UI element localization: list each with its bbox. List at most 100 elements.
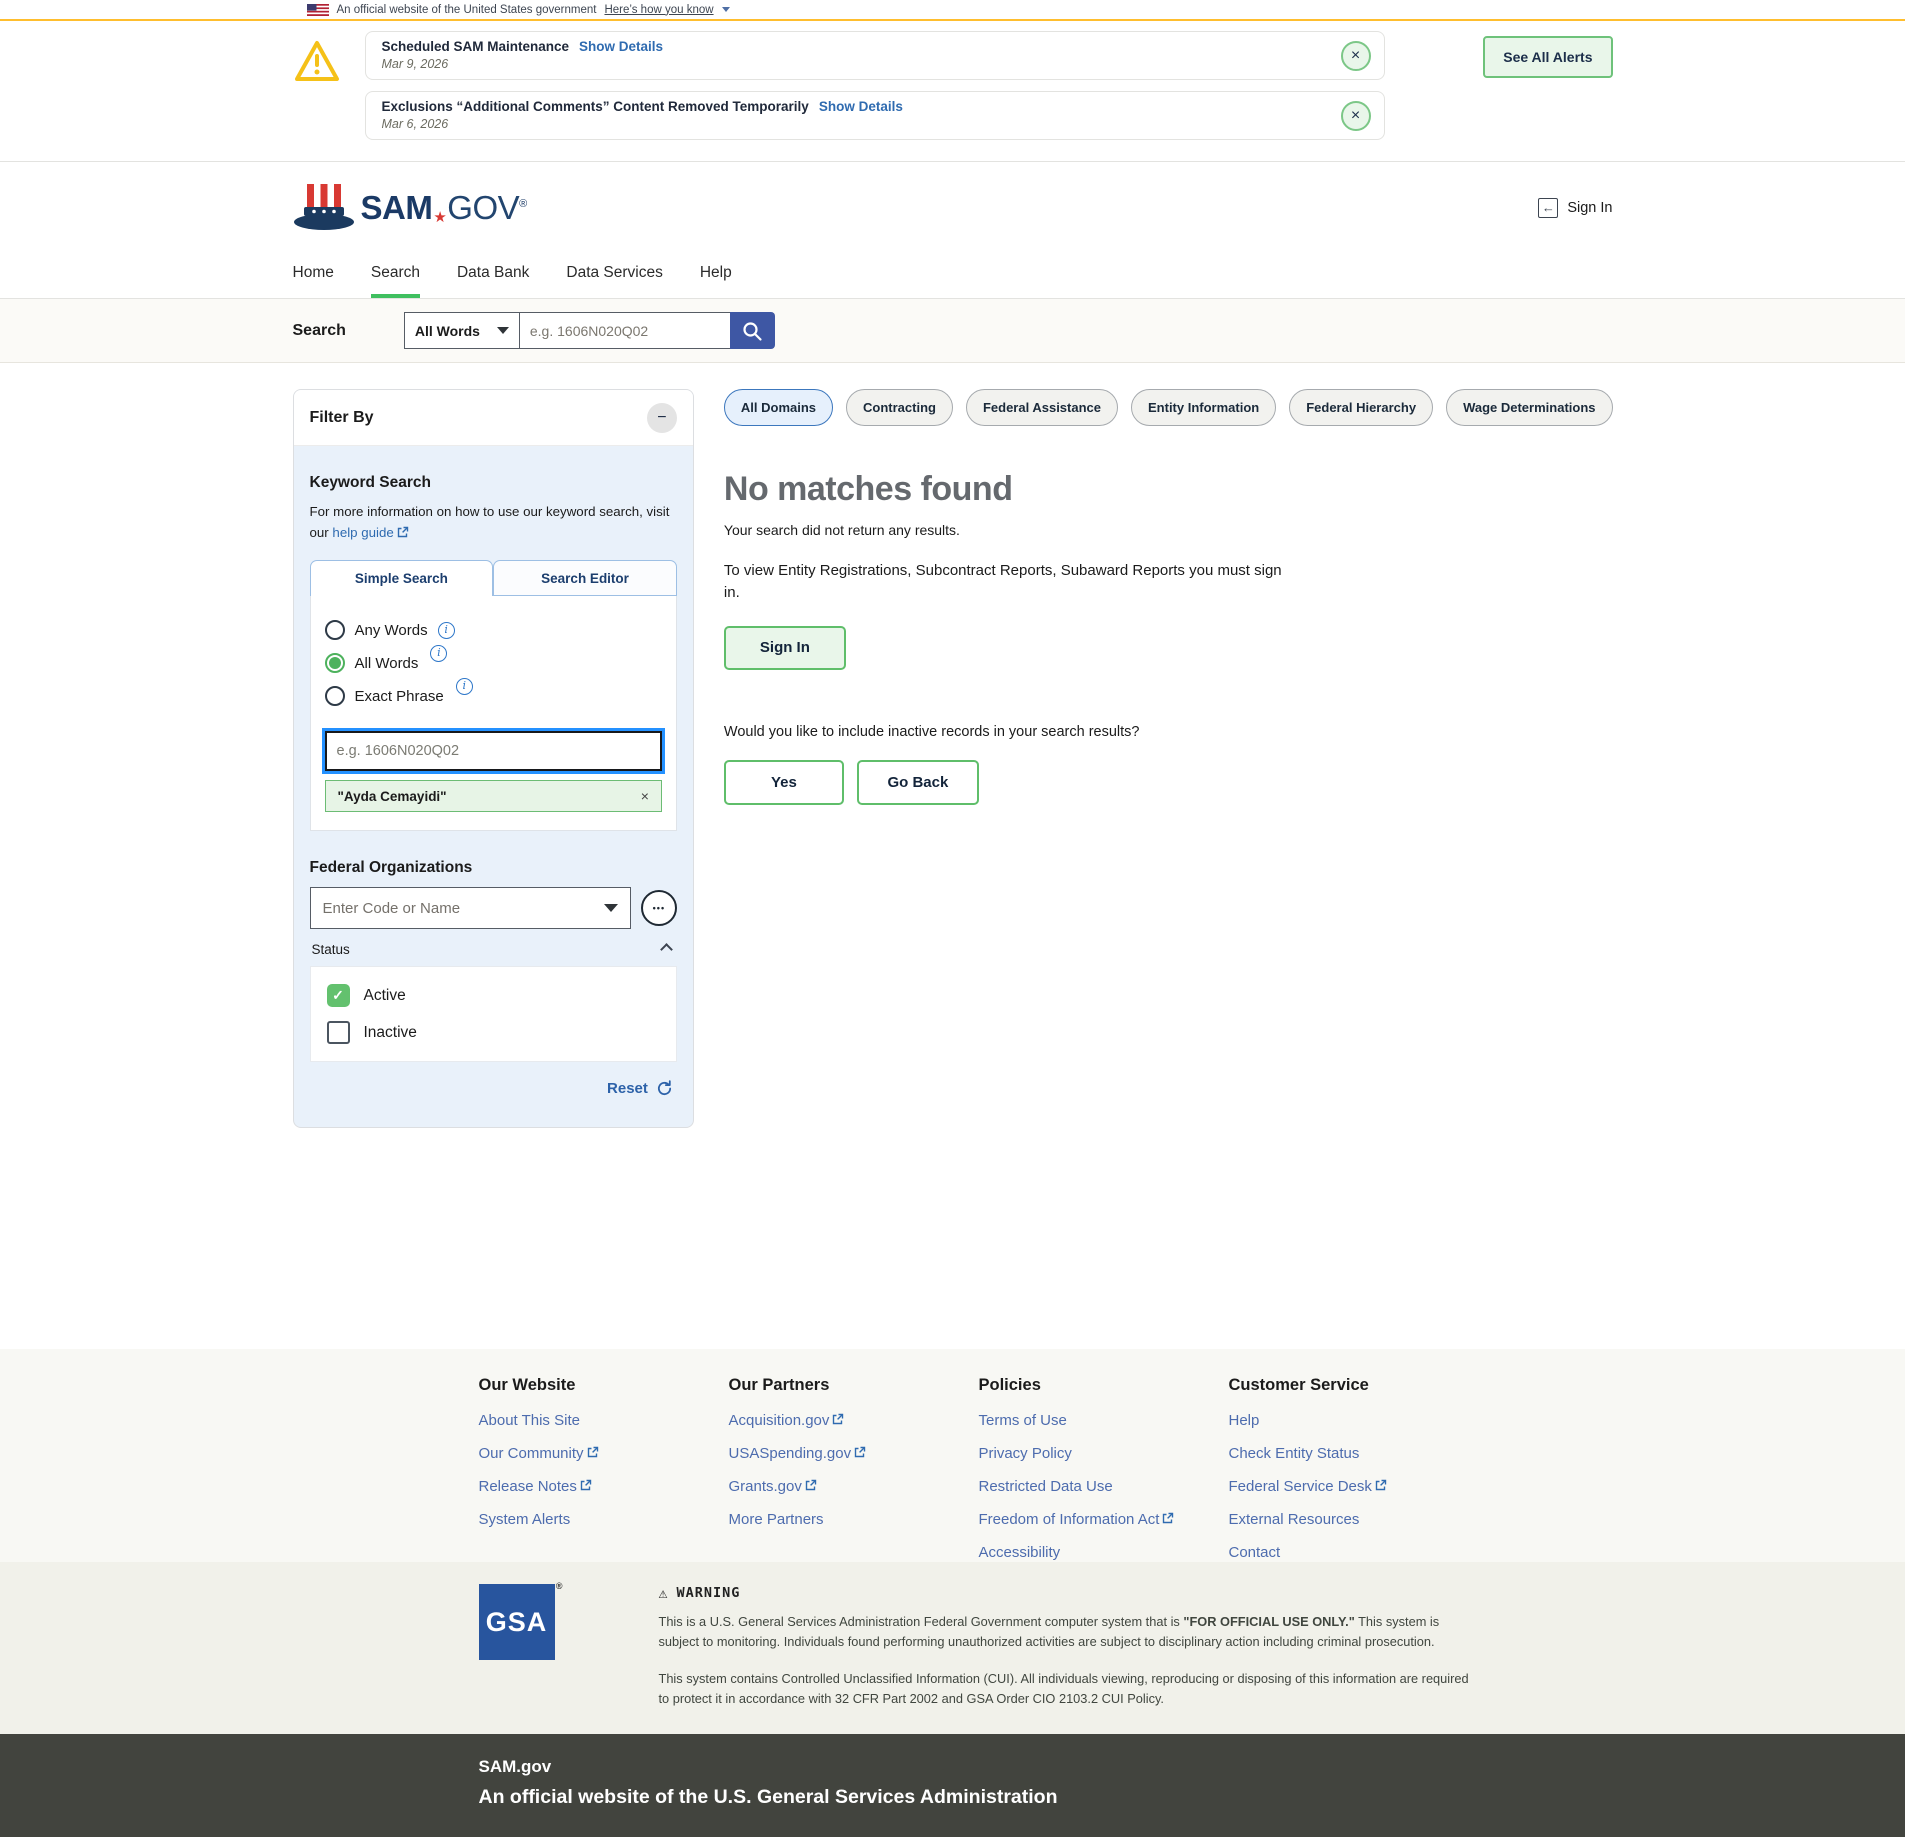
nav-item-search[interactable]: Search — [371, 248, 420, 298]
footer-link-system-alerts[interactable]: System Alerts — [479, 1511, 729, 1528]
tab-simple-search[interactable]: Simple Search — [310, 560, 494, 596]
warning-triangle-icon — [293, 39, 341, 83]
simple-search-panel: Any Words i All Words i Exact Phrase i — [310, 596, 677, 831]
info-icon[interactable]: i — [456, 678, 473, 695]
footer-official-text: An official website of the U.S. General … — [479, 1786, 1613, 1809]
yes-button[interactable]: Yes — [724, 760, 844, 805]
keyword-search-info: For more information on how to use our k… — [310, 502, 677, 544]
help-guide-link[interactable]: help guide — [332, 525, 393, 540]
footer-link-grants-gov[interactable]: Grants.gov — [729, 1478, 979, 1495]
radio-any-words-label: Any Words — [355, 622, 428, 639]
chip-close-icon[interactable]: × — [641, 788, 649, 804]
external-link-icon — [587, 1445, 599, 1462]
footer-link-contact[interactable]: Contact — [1229, 1544, 1479, 1561]
sign-in-link[interactable]: ← Sign In — [1538, 198, 1612, 218]
info-icon[interactable]: i — [430, 645, 447, 662]
close-icon[interactable]: × — [1341, 41, 1371, 71]
keyword-search-heading: Keyword Search — [310, 474, 677, 492]
footer-col-title: Policies — [979, 1376, 1229, 1395]
nav-item-data-bank[interactable]: Data Bank — [457, 248, 529, 298]
footer-link-help[interactable]: Help — [1229, 1412, 1479, 1429]
footer-link-more-partners[interactable]: More Partners — [729, 1511, 979, 1528]
external-link-icon — [1162, 1511, 1174, 1528]
alert-title: Exclusions “Additional Comments” Content… — [382, 99, 809, 114]
nav-item-home[interactable]: Home — [293, 248, 334, 298]
nav-item-data-services[interactable]: Data Services — [566, 248, 662, 298]
radio-all-words-label: All Words — [355, 655, 419, 672]
search-type-select[interactable]: All Words — [404, 312, 520, 349]
footer-link-privacy-policy[interactable]: Privacy Policy — [979, 1445, 1229, 1462]
checkbox-inactive-label: Inactive — [364, 1024, 417, 1042]
footer-link-federal-service-desk[interactable]: Federal Service Desk — [1229, 1478, 1479, 1495]
search-type-value: All Words — [415, 323, 480, 339]
close-icon[interactable]: × — [1341, 101, 1371, 131]
domain-pill-entity-information[interactable]: Entity Information — [1131, 389, 1276, 426]
reset-filters-button[interactable]: Reset — [310, 1080, 673, 1097]
alert-date: Mar 6, 2026 — [382, 117, 1314, 131]
radio-exact-phrase-label: Exact Phrase — [355, 688, 444, 705]
sign-in-button[interactable]: Sign In — [724, 626, 846, 670]
external-link-icon — [805, 1478, 817, 1495]
keyword-chip-label: "Ayda Cemayidi" — [338, 789, 447, 804]
footer-links: Our Website About This Site Our Communit… — [0, 1349, 1905, 1562]
results-section: All Domains Contracting Federal Assistan… — [724, 389, 1613, 805]
logo-sam-text: SAM — [361, 189, 433, 226]
top-search-input[interactable] — [519, 312, 731, 349]
footer-col-title: Our Partners — [729, 1376, 979, 1395]
search-submit-button[interactable] — [730, 312, 775, 349]
footer-link-acquisition-gov[interactable]: Acquisition.gov — [729, 1412, 979, 1429]
footer-link-check-entity-status[interactable]: Check Entity Status — [1229, 1445, 1479, 1462]
checkbox-active-label: Active — [364, 987, 406, 1005]
footer-link-foia[interactable]: Freedom of Information Act — [979, 1511, 1229, 1528]
radio-exact-phrase[interactable] — [325, 686, 345, 706]
sign-in-arrow-icon: ← — [1538, 198, 1558, 218]
sign-in-note: To view Entity Registrations, Subcontrac… — [724, 560, 1284, 604]
status-label: Status — [312, 942, 350, 957]
footer-link-our-community[interactable]: Our Community — [479, 1445, 729, 1462]
more-options-icon[interactable]: ••• — [641, 890, 677, 926]
footer-link-release-notes[interactable]: Release Notes — [479, 1478, 729, 1495]
warning-icon: ⚠ — [659, 1584, 669, 1602]
checkbox-active[interactable]: ✓ — [327, 984, 350, 1007]
no-results-text: Your search did not return any results. — [724, 522, 1613, 538]
domain-pill-federal-hierarchy[interactable]: Federal Hierarchy — [1289, 389, 1433, 426]
checkbox-inactive[interactable] — [327, 1021, 350, 1044]
warning-heading: ⚠ WARNING — [659, 1584, 1479, 1602]
footer-link-about-this-site[interactable]: About This Site — [479, 1412, 729, 1429]
tab-search-editor[interactable]: Search Editor — [493, 560, 677, 596]
footer-link-accessibility[interactable]: Accessibility — [979, 1544, 1229, 1561]
nav-item-help[interactable]: Help — [700, 248, 732, 298]
status-options-card: ✓ Active Inactive — [310, 966, 677, 1062]
domain-pill-wage-determinations[interactable]: Wage Determinations — [1446, 389, 1612, 426]
search-label: Search — [293, 322, 346, 340]
chevron-up-icon[interactable] — [660, 943, 673, 956]
radio-any-words[interactable] — [325, 620, 345, 640]
keyword-chip: "Ayda Cemayidi" × — [325, 780, 662, 812]
domain-pill-contracting[interactable]: Contracting — [846, 389, 953, 426]
federal-organizations-combobox[interactable]: Enter Code or Name — [310, 887, 631, 929]
show-details-link[interactable]: Show Details — [819, 99, 903, 114]
how-you-know-link[interactable]: Here’s how you know — [604, 4, 713, 16]
collapse-filters-icon[interactable]: − — [647, 403, 677, 433]
domain-pill-federal-assistance[interactable]: Federal Assistance — [966, 389, 1118, 426]
external-link-icon — [1375, 1478, 1387, 1495]
info-icon[interactable]: i — [438, 622, 455, 639]
domain-pill-all-domains[interactable]: All Domains — [724, 389, 833, 426]
radio-all-words[interactable] — [325, 653, 345, 673]
sam-gov-logo[interactable]: SAM★GOV® — [293, 181, 527, 235]
go-back-button[interactable]: Go Back — [857, 760, 979, 805]
footer-link-usaspending-gov[interactable]: USASpending.gov — [729, 1445, 979, 1462]
footer-link-restricted-data-use[interactable]: Restricted Data Use — [979, 1478, 1229, 1495]
main-nav: Home Search Data Bank Data Services Help — [0, 248, 1905, 299]
federal-organizations-heading: Federal Organizations — [310, 859, 677, 877]
registered-mark: ® — [556, 1581, 564, 1591]
see-all-alerts-button[interactable]: See All Alerts — [1483, 36, 1612, 78]
footer-link-terms-of-use[interactable]: Terms of Use — [979, 1412, 1229, 1429]
show-details-link[interactable]: Show Details — [579, 39, 663, 54]
logo-gov-text: GOV — [447, 189, 519, 226]
keyword-input[interactable] — [325, 731, 662, 771]
footer-link-external-resources[interactable]: External Resources — [1229, 1511, 1479, 1528]
site-header: SAM★GOV® ← Sign In — [0, 162, 1905, 248]
external-link-icon — [580, 1478, 592, 1495]
caret-down-icon — [604, 904, 618, 912]
